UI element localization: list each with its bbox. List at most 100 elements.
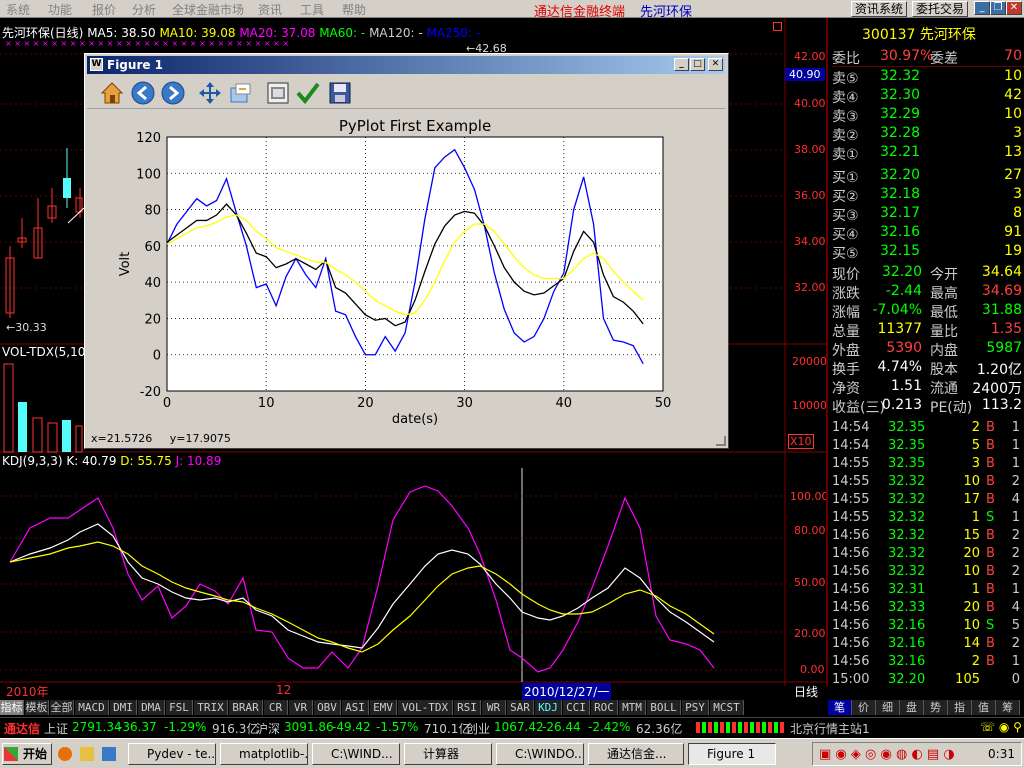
indicator-tab[interactable]: OBV: [314, 700, 341, 715]
sell-order-row[interactable]: 卖④ 32.30 42: [832, 87, 1024, 106]
ie-icon[interactable]: [102, 747, 116, 761]
firefox-icon[interactable]: [58, 747, 72, 761]
connection-icon[interactable]: ☏ ◉ ⚲: [980, 720, 1022, 734]
tick-flag: B: [986, 636, 995, 651]
task-cmd-2[interactable]: C:\WINDO...: [496, 743, 584, 765]
task-matplotlib[interactable]: matplotlib-...: [220, 743, 308, 765]
stat-row: 换手 4.74% 股本 1.20亿: [832, 359, 1024, 378]
buy-order-row[interactable]: 买① 32.20 27: [832, 167, 1024, 186]
configure-subplots-icon[interactable]: [265, 80, 291, 106]
forward-icon[interactable]: [160, 80, 186, 106]
clock: 0:31: [988, 747, 1015, 761]
right-panel-tab[interactable]: 盘: [900, 700, 924, 715]
right-panel-tab[interactable]: 指: [948, 700, 972, 715]
indicator-tab[interactable]: 全部: [50, 700, 74, 715]
quicklaunch-icon[interactable]: [80, 747, 94, 761]
pan-icon[interactable]: [197, 80, 223, 106]
trade-button[interactable]: 委托交易: [912, 1, 969, 17]
indicator-tab[interactable]: PSY: [682, 700, 709, 715]
right-panel-tab[interactable]: 值: [972, 700, 996, 715]
resize-grip-icon[interactable]: [716, 436, 726, 446]
right-panel-tab[interactable]: 筹: [996, 700, 1020, 715]
figure-canvas[interactable]: 0 10 20 30 40 50 -20 0 20 40 60 80 100 120 PyPlot Firs…: [87, 111, 725, 429]
server-label[interactable]: 北京行情主站1: [790, 720, 870, 737]
buy-volume: 91: [1004, 224, 1022, 240]
home-icon[interactable]: [99, 80, 125, 106]
indicator-tab[interactable]: TRIX: [194, 700, 228, 715]
menu-item-system[interactable]: 系统: [6, 1, 30, 18]
indicator-tab[interactable]: BOLL: [647, 700, 681, 715]
tick-row: 14:56 32.16 2 B 1: [832, 654, 1024, 672]
buy-order-row[interactable]: 买④ 32.16 91: [832, 224, 1024, 243]
indicator-tab[interactable]: MTM: [619, 700, 646, 715]
task-tdx[interactable]: 通达信金...: [588, 743, 684, 765]
indicator-tab[interactable]: FSL: [166, 700, 193, 715]
menu-item-info[interactable]: 资讯: [258, 1, 282, 18]
buy-order-row[interactable]: 买⑤ 32.15 19: [832, 243, 1024, 262]
indicator-tab[interactable]: DMI: [110, 700, 137, 715]
indicator-tab[interactable]: VOL-TDX: [398, 700, 453, 715]
restore-icon[interactable]: ❐: [990, 1, 1006, 15]
info-system-button[interactable]: 资讯系统: [851, 1, 908, 17]
right-panel-tab[interactable]: 细: [876, 700, 900, 715]
figure-maximize-icon[interactable]: □: [690, 58, 705, 71]
buy-order-row[interactable]: 买③ 32.17 8: [832, 205, 1024, 224]
tick-time: 14:56: [832, 618, 870, 633]
menu-item-global-market[interactable]: 全球金融市场: [172, 1, 244, 18]
indicator-tab[interactable]: CR: [264, 700, 288, 715]
period-label[interactable]: 日线: [794, 683, 818, 700]
tray-icons[interactable]: ▣ ◉ ◈ ◎ ◉ ◍ ◐ ▤ ◑: [819, 747, 955, 762]
indicator-tab[interactable]: RSI: [454, 700, 481, 715]
chart-options-icon[interactable]: [773, 22, 782, 31]
task-pydev[interactable]: Pydev - te...: [128, 743, 216, 765]
indicator-tab[interactable]: ROC: [591, 700, 618, 715]
back-icon[interactable]: [130, 80, 156, 106]
zoom-icon[interactable]: [228, 80, 254, 106]
figure-minimize-icon[interactable]: _: [674, 58, 689, 71]
indicator-tab[interactable]: SAR: [507, 700, 534, 715]
indicator-tab[interactable]: MACD: [75, 700, 109, 715]
menu-item-help[interactable]: 帮助: [342, 1, 366, 18]
tick-flag: S: [986, 618, 995, 633]
indicator-tab[interactable]: DMA: [138, 700, 165, 715]
plot-svg: 0 10 20 30 40 50-20020406080100120PyPlot Firs…: [118, 117, 671, 427]
figure-close-icon[interactable]: ✕: [708, 58, 723, 71]
figure-title-bar[interactable]: W Figure 1 _ □ ✕: [87, 56, 725, 74]
task-figure-1[interactable]: Figure 1: [688, 743, 776, 765]
menu-item-function[interactable]: 功能: [48, 1, 72, 18]
indicator-tab[interactable]: 指标: [0, 700, 24, 715]
indicator-tab[interactable]: WR: [482, 700, 506, 715]
minimize-icon[interactable]: _: [974, 1, 990, 15]
sell-order-row[interactable]: 卖③ 32.29 10: [832, 106, 1024, 125]
indicator-tab[interactable]: BRAR: [229, 700, 263, 715]
sell-order-row[interactable]: 卖⑤ 32.32 10: [832, 68, 1024, 87]
indicator-tab[interactable]: KDJ: [535, 700, 562, 715]
task-calculator[interactable]: 计算器: [404, 743, 492, 765]
menu-item-analysis[interactable]: 分析: [132, 1, 156, 18]
task-cmd-1[interactable]: C:\WIND...: [312, 743, 400, 765]
indicator-tab[interactable]: MCST: [710, 700, 744, 715]
indicator-tab[interactable]: 模板: [25, 700, 49, 715]
cursor-x-readout: x=21.5726: [91, 432, 153, 445]
right-panel-tab[interactable]: 势: [924, 700, 948, 715]
sell-order-row[interactable]: 卖② 32.28 3: [832, 125, 1024, 144]
menu-item-quote[interactable]: 报价: [92, 1, 116, 18]
right-panel-tab[interactable]: 价: [852, 700, 876, 715]
right-panel-tab[interactable]: 笔: [828, 700, 852, 715]
indicator-tab[interactable]: CCI: [563, 700, 590, 715]
buy-order-row[interactable]: 买② 32.18 3: [832, 186, 1024, 205]
menu-item-tools[interactable]: 工具: [300, 1, 324, 18]
indicator-tab[interactable]: EMV: [370, 700, 397, 715]
figure-app-icon: W: [90, 58, 103, 71]
tick-flag: B: [986, 474, 995, 489]
check-icon[interactable]: [295, 80, 321, 106]
plot-title: PyPlot First Example: [339, 117, 491, 135]
stock-code-title: 300137 先河环保: [862, 24, 976, 44]
save-icon[interactable]: [327, 80, 353, 106]
close-icon[interactable]: ✕: [1006, 1, 1022, 15]
sell-order-row[interactable]: 卖① 32.21 13: [832, 144, 1024, 163]
indicator-tab[interactable]: ASI: [342, 700, 369, 715]
indicator-tab[interactable]: VR: [289, 700, 313, 715]
price-axis-label: 34.00: [794, 235, 826, 248]
x-tick-label: 40: [556, 396, 573, 411]
